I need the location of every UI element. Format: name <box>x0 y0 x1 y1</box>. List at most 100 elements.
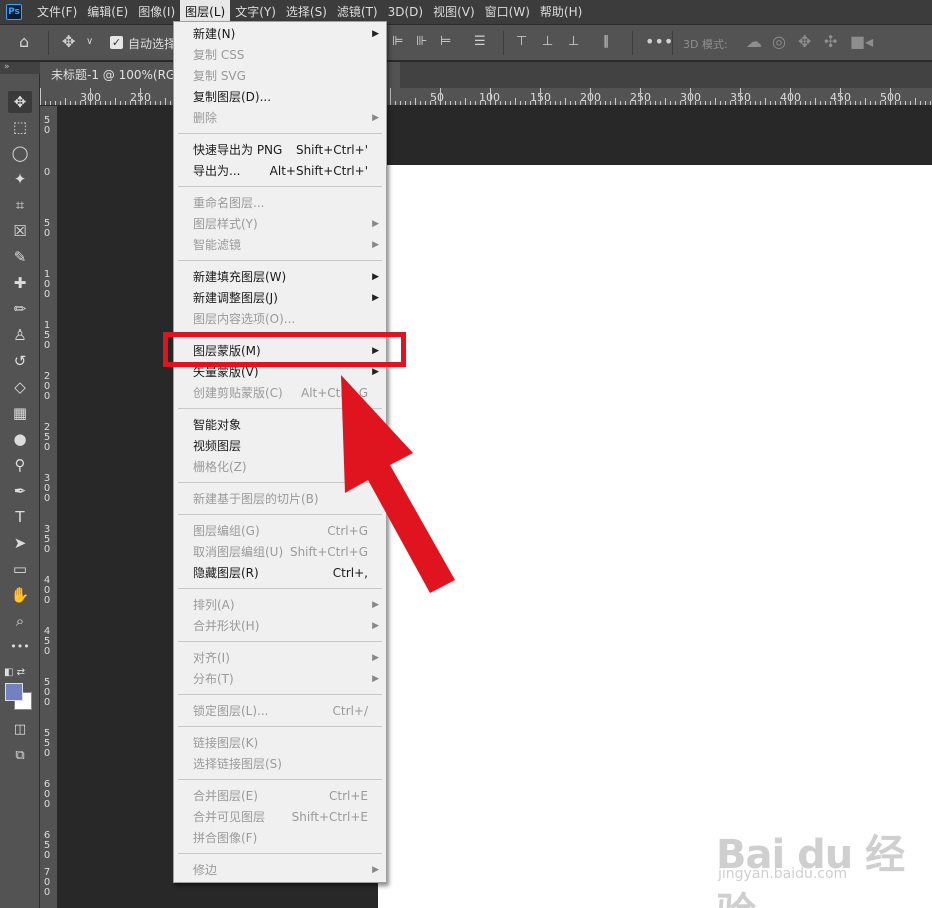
more-tools-icon[interactable]: ••• <box>8 636 32 658</box>
foreground-color-swatch[interactable] <box>5 683 23 701</box>
ruler-tick <box>775 101 776 105</box>
screen-mode-icon[interactable]: ⧉ <box>8 745 32 767</box>
menu-item[interactable]: 锁定图层(L)... Ctrl+/ <box>174 701 386 722</box>
menu-help[interactable]: 帮助(H) <box>535 0 587 24</box>
ruler-tick <box>565 98 566 105</box>
ruler-tick <box>525 101 526 105</box>
menu-item[interactable]: 修边 ▶ <box>174 860 386 881</box>
menu-item[interactable]: 删除 ▶ <box>174 108 386 129</box>
align-right-icon[interactable]: ⊨ <box>440 33 451 51</box>
menu-item[interactable]: 选择链接图层(S) <box>174 754 386 775</box>
menu-item[interactable]: 复制图层(D)... <box>174 87 386 108</box>
menu-item[interactable]: 新建填充图层(W) ▶ <box>174 267 386 288</box>
menu-item[interactable]: 合并可见图层 Shift+Ctrl+E <box>174 807 386 828</box>
ruler-tick <box>435 101 436 105</box>
menu-item[interactable]: 新建(N) ▶ <box>174 24 386 45</box>
gradient-tool-icon[interactable]: ▦ <box>8 402 32 424</box>
menu-view[interactable]: 视图(V) <box>428 0 480 24</box>
dodge-tool-icon[interactable]: ⚲ <box>8 454 32 476</box>
menu-window[interactable]: 窗口(W) <box>480 0 535 24</box>
3d-pan-icon[interactable]: ✥ <box>798 33 811 51</box>
ruler-tick <box>800 101 801 105</box>
3d-roll-icon[interactable]: ◎ <box>772 33 786 51</box>
3d-orbit-icon[interactable]: ☁ <box>746 33 762 51</box>
default-colors-icon[interactable]: ◧ ⇄ <box>4 667 25 678</box>
3d-slide-icon[interactable]: ✣ <box>824 33 837 51</box>
menu-item[interactable]: 快速导出为 PNG Shift+Ctrl+' <box>174 140 386 161</box>
clone-stamp-tool-icon[interactable]: ♙ <box>8 324 32 346</box>
align-top-icon[interactable]: ⊤ <box>516 33 527 51</box>
menu-file[interactable]: 文件(F) <box>32 0 82 24</box>
menu-item-label: 复制 CSS <box>193 48 245 62</box>
eyedropper-tool-icon[interactable]: ✎ <box>8 246 32 268</box>
ruler-tick <box>475 101 476 105</box>
align-middle-icon[interactable]: ⊥ <box>542 33 553 51</box>
ruler-tick <box>855 101 856 105</box>
ruler-tick <box>60 101 61 105</box>
3d-scale-icon[interactable]: ■◂ <box>850 33 873 51</box>
chevron-down-icon[interactable]: ∨ <box>86 33 93 51</box>
panel-collapse-icon[interactable]: » <box>0 62 40 74</box>
menu-item[interactable]: 图层样式(Y) ▶ <box>174 214 386 235</box>
path-selection-tool-icon[interactable]: ➤ <box>8 532 32 554</box>
move-tool-icon[interactable]: ✥ <box>8 91 32 113</box>
menu-item[interactable]: 拼合图像(F) <box>174 828 386 849</box>
submenu-arrow-icon: ▶ <box>372 653 379 663</box>
align-center-icon[interactable]: ⊪ <box>416 33 427 51</box>
healing-brush-tool-icon[interactable]: ✚ <box>8 272 32 294</box>
menu-3d[interactable]: 3D(D) <box>383 0 428 24</box>
more-options-icon[interactable]: ••• <box>645 33 673 51</box>
tools-panel: ✥ ⬚ ◯ ✦ ⌗ ☒ ✎ ✚ ✏ ♙ ↺ ◇ ▦ ● ⚲ ✒ T ➤ ▭ ✋ ⌕ ••• ◧ ⇄ ◫ ⧉ <box>0 74 40 908</box>
menu-item[interactable]: 复制 SVG <box>174 66 386 87</box>
move-tool-preset-icon[interactable]: ✥ <box>62 33 75 51</box>
menu-item[interactable]: 复制 CSS <box>174 45 386 66</box>
frame-tool-icon[interactable]: ☒ <box>8 220 32 242</box>
menu-item[interactable]: 对齐(I) ▶ <box>174 648 386 669</box>
ruler-tick <box>670 101 671 105</box>
menu-item[interactable]: 重命名图层... <box>174 193 386 214</box>
auto-select-checkbox[interactable]: ✓ <box>110 36 123 49</box>
align-left-icon[interactable]: ⊫ <box>392 33 403 51</box>
ruler-tick <box>665 98 666 105</box>
ruler-tick <box>110 101 111 105</box>
ruler-tick <box>620 101 621 105</box>
watermark-url: jingyan.baidu.com <box>718 866 848 882</box>
quick-mask-icon[interactable]: ◫ <box>8 719 32 741</box>
lasso-tool-icon[interactable]: ◯ <box>8 142 32 164</box>
pen-tool-icon[interactable]: ✒ <box>8 480 32 502</box>
distribute-vertical-icon[interactable]: ∥ <box>603 33 610 51</box>
menu-item[interactable]: 智能滤镜 ▶ <box>174 235 386 256</box>
hand-tool-icon[interactable]: ✋ <box>8 584 32 606</box>
menu-item[interactable]: 图层内容选项(O)... <box>174 309 386 330</box>
eraser-tool-icon[interactable]: ◇ <box>8 376 32 398</box>
menu-item[interactable]: 导出为... Alt+Shift+Ctrl+' <box>174 161 386 182</box>
zoom-tool-icon[interactable]: ⌕ <box>8 610 32 632</box>
menu-edit[interactable]: 编辑(E) <box>82 0 133 24</box>
ruler-tick <box>470 101 471 105</box>
menu-item-label: 智能滤镜 <box>193 238 242 252</box>
menu-item[interactable]: 合并形状(H) ▶ <box>174 616 386 637</box>
menu-item[interactable]: 链接图层(K) <box>174 733 386 754</box>
rectangle-tool-icon[interactable]: ▭ <box>8 558 32 580</box>
menu-separator <box>178 186 382 187</box>
ruler-tick <box>865 98 866 105</box>
align-bottom-icon[interactable]: ⊥ <box>568 33 579 51</box>
ruler-tick <box>130 101 131 105</box>
ruler-tick <box>80 101 81 105</box>
crop-tool-icon[interactable]: ⌗ <box>8 194 32 216</box>
menu-item[interactable]: 合并图层(E) Ctrl+E <box>174 786 386 807</box>
ruler-tick <box>625 101 626 105</box>
magic-wand-tool-icon[interactable]: ✦ <box>8 168 32 190</box>
menu-item[interactable]: 新建调整图层(J) ▶ <box>174 288 386 309</box>
options-separator <box>503 31 504 55</box>
blur-tool-icon[interactable]: ● <box>8 428 32 450</box>
history-brush-tool-icon[interactable]: ↺ <box>8 350 32 372</box>
home-icon[interactable]: ⌂ <box>19 33 29 51</box>
menu-item[interactable]: 分布(T) ▶ <box>174 669 386 690</box>
ruler-label: 1 0 0 <box>43 269 51 300</box>
ruler-tick <box>500 101 501 105</box>
distribute-icon[interactable]: ☰ <box>474 33 486 51</box>
type-tool-icon[interactable]: T <box>8 506 32 528</box>
brush-tool-icon[interactable]: ✏ <box>8 298 32 320</box>
marquee-tool-icon[interactable]: ⬚ <box>8 116 32 138</box>
